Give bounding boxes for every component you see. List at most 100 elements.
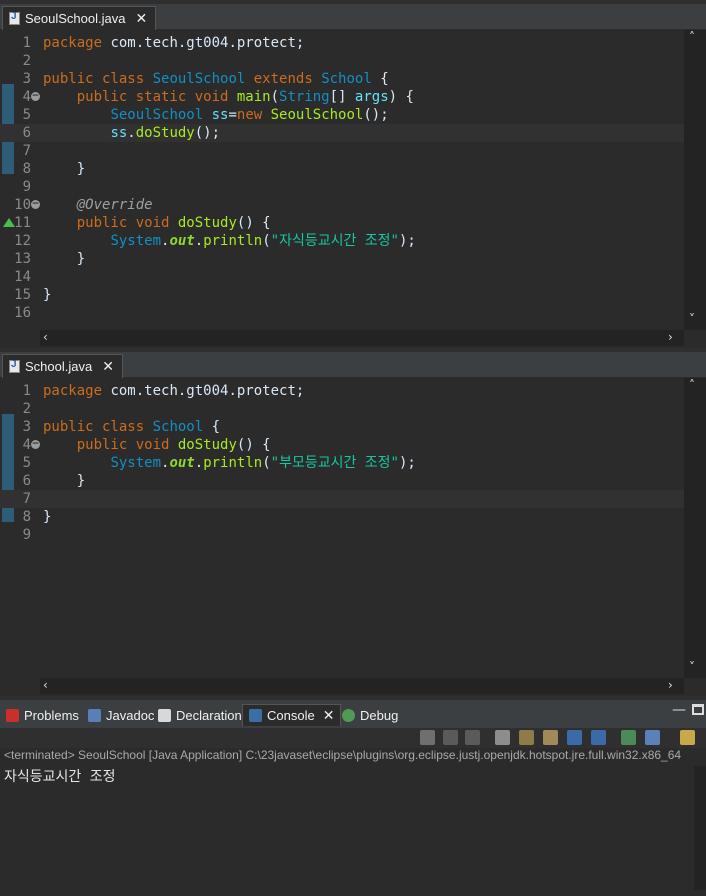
code-text: package com.tech.gt004.protect; [43, 35, 305, 51]
code-text: public class School { [43, 419, 221, 435]
horizontal-scrollbar[interactable]: ‹ › [40, 678, 684, 694]
code-line[interactable]: 8} [0, 508, 684, 526]
minimize-icon[interactable]: — [672, 702, 686, 718]
remove-launch-icon[interactable] [443, 730, 458, 745]
scroll-up-icon[interactable]: ˄ [689, 378, 695, 392]
scroll-up-icon[interactable]: ˄ [689, 30, 695, 44]
scroll-down-icon[interactable]: ˅ [689, 312, 695, 326]
tab-debug[interactable]: Debug [342, 704, 398, 726]
tab-label: School.java [25, 359, 93, 374]
code-line[interactable]: 4− public void doStudy() { [0, 436, 684, 454]
vertical-scrollbar[interactable]: ˄ ˅ [684, 30, 706, 330]
scroll-lock-icon[interactable] [519, 730, 534, 745]
new-console-icon[interactable] [645, 730, 660, 745]
line-number: 12 [14, 233, 31, 249]
maximize-icon[interactable] [692, 704, 704, 715]
line-number: 1 [22, 383, 31, 399]
code-text: } [43, 251, 86, 267]
tab-label: Declaration [176, 707, 242, 723]
fold-toggle-icon[interactable]: − [31, 92, 40, 101]
problems-icon [6, 708, 19, 722]
code-text: System.out.println("부모등교시간 조정"); [110, 455, 416, 471]
code-line[interactable]: 14 [0, 268, 684, 286]
code-line[interactable]: 3 public class SeoulSchool extends School… [0, 70, 684, 88]
tab-seoulschool-java[interactable]: SeoulSchool.java ✕ [2, 6, 157, 30]
vertical-scrollbar[interactable]: ˄ ˅ [684, 378, 706, 678]
code-line[interactable]: 3 public class School { [0, 418, 684, 436]
code-text: } [43, 161, 86, 177]
scroll-down-icon[interactable]: ˅ [689, 660, 695, 674]
line-number: 14 [14, 269, 31, 285]
line-number: 15 [14, 287, 31, 303]
line-number: 2 [22, 401, 31, 417]
tab-javadoc[interactable]: Javadoc [88, 704, 154, 726]
code-line[interactable]: 2 [0, 400, 684, 418]
code-text: } [43, 473, 86, 489]
console-icon [249, 709, 262, 722]
close-icon[interactable]: ✕ [102, 359, 114, 375]
code-line[interactable]: 1 package com.tech.gt004.protect; [0, 382, 684, 400]
code-line[interactable]: 4− public static void main(String[] args… [0, 88, 684, 106]
close-icon[interactable]: ✕ [135, 11, 147, 27]
code-line[interactable]: 1 package com.tech.gt004.protect; [0, 34, 684, 52]
scroll-left-icon[interactable]: ‹ [43, 330, 48, 344]
code-line[interactable]: 8 } [0, 160, 684, 178]
horizontal-scrollbar[interactable]: ‹ › [40, 330, 684, 346]
line-number: 9 [22, 179, 31, 195]
line-number: 2 [22, 53, 31, 69]
scroll-left-icon[interactable]: ‹ [43, 678, 48, 692]
remove-all-icon[interactable] [465, 730, 480, 745]
code-text: public void doStudy() { [76, 215, 271, 231]
tab-label: Problems [24, 707, 79, 723]
word-wrap-icon[interactable] [543, 730, 558, 745]
editor-panel-seoulschool: SeoulSchool.java ✕ ˄ ˅ ‹ › 1 package com.… [0, 4, 706, 348]
tab-problems[interactable]: Problems [6, 704, 79, 726]
code-text: package com.tech.gt004.protect; [43, 383, 305, 399]
editor-panel-school: School.java ✕ ˄ ˅ ‹ › 1 package com.tech.… [0, 352, 706, 696]
code-line[interactable]: 9 [0, 526, 684, 544]
scroll-right-icon[interactable]: › [668, 330, 673, 344]
override-marker-icon[interactable] [3, 218, 15, 227]
code-line[interactable]: 15} [0, 286, 684, 304]
code-line[interactable]: 9 [0, 178, 684, 196]
code-line[interactable]: 16 [0, 304, 684, 322]
code-text: System.out.println("자식등교시간 조정"); [110, 233, 416, 249]
line-number: 4 [22, 437, 31, 453]
debug-icon [342, 708, 355, 722]
tab-school-java[interactable]: School.java ✕ [2, 354, 123, 378]
code-line[interactable]: 7 [0, 142, 684, 160]
code-line[interactable]: 2 [0, 52, 684, 70]
line-number: 4 [22, 89, 31, 105]
code-line[interactable]: 6 ss.doStudy(); [0, 124, 684, 142]
line-number: 1 [22, 35, 31, 51]
code-editor[interactable]: ˄ ˅ ‹ › 1 package com.tech.gt004.protect;… [0, 30, 706, 348]
code-line[interactable]: 7 [0, 490, 684, 508]
open-console-icon[interactable] [621, 730, 636, 745]
code-line[interactable]: 11 public void doStudy() { [0, 214, 684, 232]
tab-declaration[interactable]: Declaration [158, 704, 242, 726]
close-icon[interactable]: ✕ [323, 708, 335, 724]
code-line[interactable]: 13 } [0, 250, 684, 268]
code-text: public void doStudy() { [76, 437, 271, 453]
terminate-icon[interactable] [420, 730, 435, 745]
view-menu-icon[interactable] [680, 730, 695, 745]
code-line[interactable]: 5 SeoulSchool ss=new SeoulSchool(); [0, 106, 684, 124]
line-number: 8 [22, 161, 31, 177]
tab-label: Console [267, 708, 315, 723]
line-number: 3 [22, 71, 31, 87]
code-line[interactable]: 10− @Override [0, 196, 684, 214]
tab-console[interactable]: Console ✕ [242, 704, 342, 726]
scroll-right-icon[interactable]: › [668, 678, 673, 692]
code-text: public static void main(String[] args) { [76, 89, 414, 105]
code-line[interactable]: 5 System.out.println("부모등교시간 조정"); [0, 454, 684, 472]
display-selected-console-icon[interactable] [591, 730, 606, 745]
pin-console-icon[interactable] [567, 730, 582, 745]
line-number: 5 [22, 455, 31, 471]
vertical-scrollbar[interactable] [694, 766, 706, 890]
code-editor[interactable]: ˄ ˅ ‹ › 1 package com.tech.gt004.protect;… [0, 378, 706, 696]
code-line[interactable]: 12 System.out.println("자식등교시간 조정"); [0, 232, 684, 250]
fold-toggle-icon[interactable]: − [31, 200, 40, 209]
clear-console-icon[interactable] [495, 730, 510, 745]
code-line[interactable]: 6 } [0, 472, 684, 490]
fold-toggle-icon[interactable]: − [31, 440, 40, 449]
